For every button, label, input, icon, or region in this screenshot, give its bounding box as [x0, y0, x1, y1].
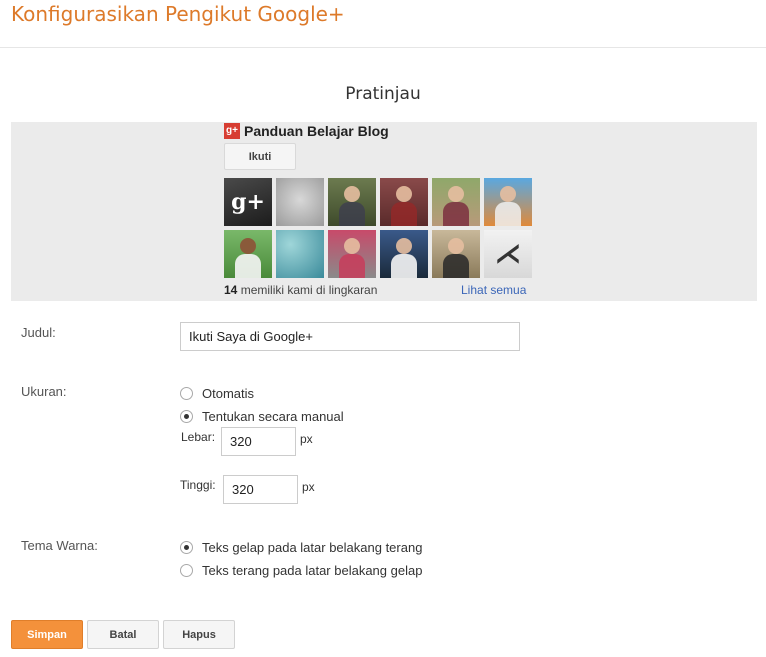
- size-auto-label: Otomatis: [202, 386, 255, 401]
- header-divider: [0, 47, 766, 48]
- theme-light-label: Teks terang pada latar belakang gelap: [202, 563, 423, 578]
- widget-header: g+ Panduan Belajar Blog: [224, 122, 389, 139]
- size-manual-option[interactable]: Tentukan secara manual: [180, 409, 344, 424]
- theme-light-radio[interactable]: [180, 564, 193, 577]
- follower-count-text: memiliki kami di lingkaran: [240, 283, 378, 297]
- size-manual-label: Tentukan secara manual: [202, 409, 344, 424]
- size-auto-radio[interactable]: [180, 387, 193, 400]
- width-label: Lebar:: [181, 430, 216, 444]
- statue-face-avatar[interactable]: [276, 178, 324, 226]
- theme-dark-radio[interactable]: [180, 541, 193, 554]
- follower-count: 14 memiliki kami di lingkaran: [224, 283, 377, 297]
- height-input[interactable]: [223, 475, 298, 504]
- widget-page-name[interactable]: Panduan Belajar Blog: [244, 123, 389, 139]
- person-photo-avatar[interactable]: [432, 230, 480, 278]
- theme-dark-option[interactable]: Teks gelap pada latar belakang terang: [180, 540, 422, 555]
- size-auto-option[interactable]: Otomatis: [180, 386, 254, 401]
- save-button[interactable]: Simpan: [11, 620, 83, 649]
- follow-button[interactable]: Ikuti: [224, 143, 296, 170]
- follower-count-number: 14: [224, 283, 238, 297]
- width-unit: px: [300, 432, 313, 446]
- title-input[interactable]: [180, 322, 520, 351]
- group-photo-avatar[interactable]: [380, 178, 428, 226]
- person-photo-avatar[interactable]: [484, 178, 532, 226]
- tile-glyph: g+: [231, 189, 265, 215]
- color-theme-label: Tema Warna:: [21, 538, 98, 553]
- width-input[interactable]: [221, 427, 296, 456]
- see-all-link[interactable]: Lihat semua: [461, 283, 526, 297]
- cancel-button[interactable]: Batal: [87, 620, 159, 649]
- widget-preview: g+ Panduan Belajar Blog Ikuti g+ ⋌ 14 me…: [11, 122, 757, 301]
- size-label: Ukuran:: [21, 384, 67, 399]
- tile-glyph: ⋌: [495, 239, 521, 269]
- title-label: Judul:: [21, 325, 56, 340]
- google-plus-logo-avatar[interactable]: g+: [224, 178, 272, 226]
- preview-heading: Pratinjau: [345, 84, 421, 104]
- water-drops-avatar[interactable]: [276, 230, 324, 278]
- height-label: Tinggi:: [180, 478, 216, 492]
- theme-dark-label: Teks gelap pada latar belakang terang: [202, 540, 423, 555]
- group-photo-avatar[interactable]: [328, 178, 376, 226]
- bird-avatar[interactable]: ⋌: [484, 230, 532, 278]
- person-photo-avatar[interactable]: [328, 230, 376, 278]
- theme-light-option[interactable]: Teks terang pada latar belakang gelap: [180, 563, 422, 578]
- person-photo-avatar[interactable]: [432, 178, 480, 226]
- google-plus-icon: g+: [224, 122, 240, 139]
- page-title: Konfigurasikan Pengikut Google+: [11, 2, 345, 26]
- person-photo-avatar[interactable]: [380, 230, 428, 278]
- follower-avatar-grid: g+ ⋌: [224, 178, 534, 278]
- height-unit: px: [302, 480, 315, 494]
- person-photo-avatar[interactable]: [224, 230, 272, 278]
- size-manual-radio[interactable]: [180, 410, 193, 423]
- delete-button[interactable]: Hapus: [163, 620, 235, 649]
